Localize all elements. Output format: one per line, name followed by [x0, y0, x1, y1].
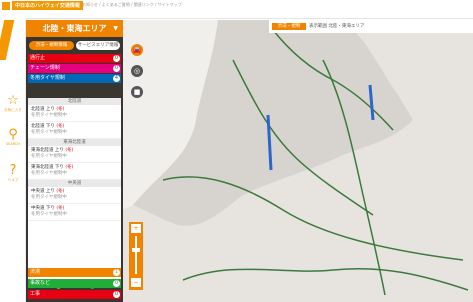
- highway-map[interactable]: 渋滞・規制 表示範囲 北陸・東海エリア: [123, 20, 473, 302]
- category-count: 4: [113, 75, 120, 82]
- entry-detail: 冬用タイヤ規制中: [31, 212, 67, 217]
- entry-detail: 冬用タイヤ規制中: [31, 195, 67, 200]
- help-icon: ?: [9, 163, 17, 178]
- logo-icon: [2, 2, 10, 10]
- category-label: チェーン規制: [30, 65, 60, 71]
- entry-name: 中央道 上り: [31, 189, 55, 194]
- entry-name: 東海北陸道 下り: [31, 165, 64, 170]
- category-label: 通行止: [30, 55, 46, 61]
- entry-detail: 冬用タイヤ規制中: [31, 154, 67, 159]
- entry-tag: (冬): [56, 189, 65, 194]
- list-item[interactable]: 東海北陸道 下り (冬) 冬用タイヤ規制中: [28, 163, 121, 180]
- category-count: 0: [113, 291, 120, 298]
- section-header: 東海北陸道: [28, 139, 121, 146]
- section-header: 中央道: [28, 180, 121, 187]
- map-header-bar: 渋滞・規制 表示範囲 北陸・東海エリア: [269, 20, 473, 33]
- zoom-in-button[interactable]: +: [131, 224, 141, 233]
- entry-detail: 冬用タイヤ規制中: [31, 171, 67, 176]
- section-header: 北陸道: [28, 98, 121, 105]
- zoom-control: + −: [129, 222, 143, 290]
- zoom-out-button[interactable]: −: [131, 278, 141, 287]
- expressway-line: [182, 267, 469, 291]
- category-label: 工事: [30, 291, 41, 297]
- category-congestion[interactable]: 渋滞 1: [28, 268, 121, 277]
- zoom-slider-handle[interactable]: [132, 247, 140, 252]
- region-selector[interactable]: 北陸・東海エリア ▼: [26, 20, 123, 37]
- entry-tag: (冬): [65, 165, 74, 170]
- map-tab[interactable]: 渋滞・規制: [272, 23, 306, 30]
- entry-tag: (冬): [65, 148, 74, 153]
- brand-mark: [0, 20, 15, 60]
- car-icon: 🚘: [132, 46, 142, 54]
- tab-service-area[interactable]: サービスエリア情報: [76, 41, 120, 50]
- header-links[interactable]: お知らせ / よくあるご質問 / 関連リンク / サイトマップ: [82, 2, 182, 8]
- category-label: 冬用タイヤ規制: [30, 75, 65, 81]
- help-button[interactable]: ? ヘルプ: [3, 164, 23, 183]
- category-closure[interactable]: 通行止 0: [28, 54, 121, 63]
- map-layer-button[interactable]: ◎: [131, 65, 143, 77]
- category-count: 0: [113, 280, 120, 287]
- category-winter-tire[interactable]: 冬用タイヤ規制 4: [28, 74, 121, 83]
- entry-detail: 冬用タイヤ規制中: [31, 113, 67, 118]
- entry-name: 東海北陸道 上り: [31, 148, 64, 153]
- entry-name: 北陸道 上り: [31, 107, 55, 112]
- site-title[interactable]: 中日本のハイウェイ交通情報: [12, 1, 83, 10]
- left-toolbar: ☆ お気に入り ⚲ SEARCH ? ヘルプ: [0, 18, 26, 302]
- favorites-label: お気に入り: [4, 108, 22, 112]
- restriction-list: 北陸道 北陸道 上り (冬) 冬用タイヤ規制中 北陸道 下り (冬) 冬用タイヤ…: [28, 98, 121, 282]
- entry-detail: 冬用タイヤ規制中: [31, 130, 67, 135]
- map-range-text: 表示範囲 北陸・東海エリア: [309, 24, 365, 29]
- category-chain[interactable]: チェーン規制 0: [28, 64, 121, 73]
- info-panel: 北陸・東海エリア ▼ 渋滞・規制情報 サービスエリア情報 通行止 0 チェーン規…: [26, 20, 123, 302]
- tab-traffic[interactable]: 渋滞・規制情報: [29, 41, 74, 50]
- entry-tag: (冬): [56, 107, 65, 112]
- entry-name: 北陸道 下り: [31, 124, 55, 129]
- search-label: SEARCH: [5, 142, 21, 146]
- favorites-button[interactable]: ☆ お気に入り: [3, 94, 23, 113]
- entry-tag: (冬): [56, 124, 65, 129]
- entry-tag: (冬): [56, 206, 65, 211]
- category-count: 0: [113, 65, 120, 72]
- category-label: 事故など: [30, 280, 51, 286]
- car-toggle-button[interactable]: 🚘: [131, 44, 143, 56]
- map-layer-icon: ◎: [133, 67, 141, 75]
- search-button[interactable]: ⚲ SEARCH: [3, 127, 23, 147]
- category-count: 1: [113, 269, 120, 276]
- camera-button[interactable]: ■: [131, 86, 143, 98]
- category-construction[interactable]: 工事 0: [28, 290, 121, 299]
- entry-name: 中央道 下り: [31, 206, 55, 211]
- map-canvas[interactable]: [123, 20, 473, 302]
- category-count: 0: [113, 55, 120, 62]
- list-item[interactable]: 北陸道 上り (冬) 冬用タイヤ規制中: [28, 105, 121, 122]
- list-item[interactable]: 東海北陸道 上り (冬) 冬用タイヤ規制中: [28, 146, 121, 163]
- category-label: 渋滞: [30, 269, 41, 275]
- region-label: 北陸・東海エリア: [42, 24, 107, 33]
- list-item[interactable]: 中央道 上り (冬) 冬用タイヤ規制中: [28, 187, 121, 204]
- help-label: ヘルプ: [7, 178, 19, 182]
- camera-icon: ■: [133, 88, 141, 96]
- list-item[interactable]: 北陸道 下り (冬) 冬用タイヤ規制中: [28, 122, 121, 139]
- chevron-down-icon: ▼: [113, 25, 118, 32]
- header-bar: 中日本のハイウェイ交通情報 お知らせ / よくあるご質問 / 関連リンク / サ…: [0, 0, 473, 19]
- list-item[interactable]: 中央道 下り (冬) 冬用タイヤ規制中: [28, 204, 121, 221]
- zoom-track[interactable]: [135, 236, 137, 274]
- category-accident[interactable]: 事故など 0: [28, 279, 121, 288]
- search-icon: ⚲: [8, 127, 18, 142]
- star-icon: ☆: [7, 93, 19, 108]
